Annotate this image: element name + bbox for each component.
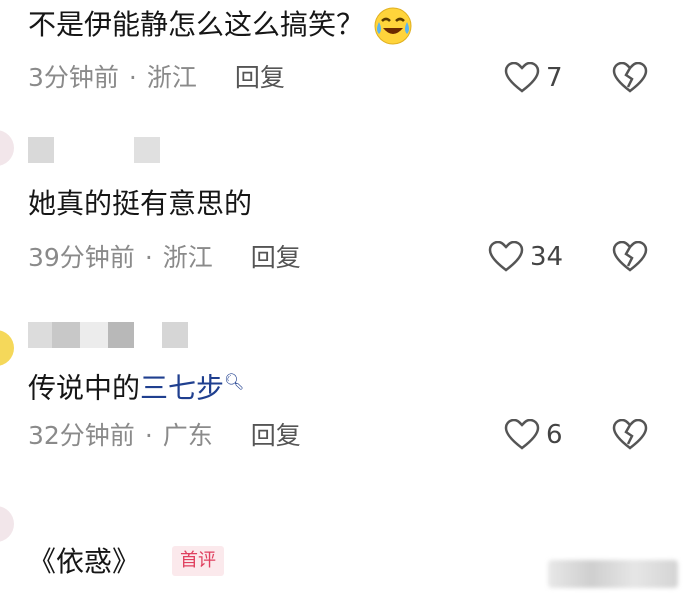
comment-time: 39分钟前 bbox=[28, 243, 135, 272]
comment-text: 不是伊能静怎么这么搞笑？ bbox=[28, 6, 413, 46]
separator: · bbox=[128, 63, 137, 92]
dislike-button[interactable] bbox=[612, 240, 648, 277]
avatar[interactable] bbox=[0, 130, 14, 166]
dislike-button[interactable] bbox=[612, 418, 648, 455]
blurred-region bbox=[548, 560, 678, 588]
comment-text: 传说中的三七步🔍︎ bbox=[28, 371, 245, 405]
comment-time: 32分钟前 bbox=[28, 421, 135, 450]
comment-meta: 32分钟前 · 广东 回复 bbox=[28, 420, 301, 452]
heart-icon bbox=[488, 241, 524, 272]
broken-heart-icon bbox=[612, 418, 648, 450]
comment-location: 广东 bbox=[162, 421, 213, 450]
broken-heart-icon bbox=[612, 61, 648, 93]
like-count: 34 bbox=[530, 242, 564, 272]
search-icon[interactable]: 🔍︎ bbox=[224, 372, 244, 391]
avatar[interactable] bbox=[0, 330, 14, 366]
avatar[interactable] bbox=[0, 506, 14, 542]
username-blurred[interactable] bbox=[28, 137, 160, 163]
like-count: 7 bbox=[546, 63, 563, 93]
broken-heart-icon bbox=[612, 240, 648, 272]
like-button[interactable]: 6 bbox=[504, 419, 563, 451]
comment-meta: 3分钟前 · 浙江 回复 bbox=[28, 62, 285, 94]
separator: · bbox=[144, 421, 153, 450]
like-count: 6 bbox=[546, 420, 563, 450]
laughing-crying-emoji-icon bbox=[373, 6, 413, 46]
dislike-button[interactable] bbox=[612, 61, 648, 98]
like-button[interactable]: 34 bbox=[488, 241, 563, 273]
comment-meta: 39分钟前 · 浙江 回复 bbox=[28, 242, 301, 274]
reply-button[interactable]: 回复 bbox=[251, 242, 301, 274]
comment-location: 浙江 bbox=[162, 243, 213, 272]
like-button[interactable]: 7 bbox=[504, 62, 563, 94]
reply-button[interactable]: 回复 bbox=[251, 420, 301, 452]
heart-icon bbox=[504, 419, 540, 450]
comment-location: 浙江 bbox=[146, 63, 197, 92]
reply-button[interactable]: 回复 bbox=[235, 62, 285, 94]
separator: · bbox=[144, 243, 153, 272]
search-link[interactable]: 三七步 bbox=[140, 371, 224, 404]
comment-text: 她真的挺有意思的 bbox=[28, 187, 253, 220]
comment-text: 《依惑》 bbox=[28, 545, 141, 578]
first-comment-badge: 首评 bbox=[172, 546, 224, 576]
username-blurred[interactable] bbox=[28, 322, 188, 348]
heart-icon bbox=[504, 62, 540, 93]
comment-time: 3分钟前 bbox=[28, 63, 119, 92]
